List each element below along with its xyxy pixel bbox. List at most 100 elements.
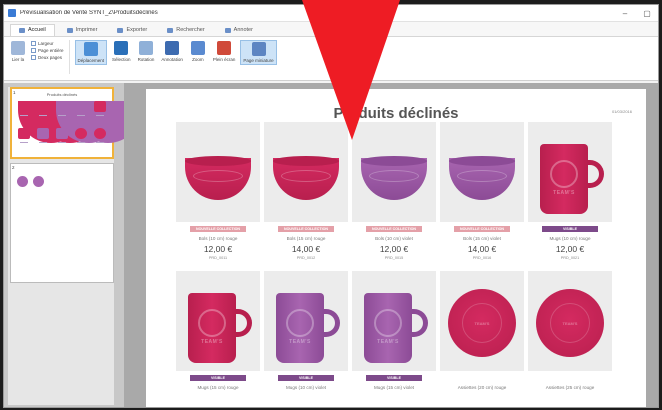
thumbnail-label <box>39 142 47 143</box>
tab-3[interactable]: Rechercher <box>159 25 212 36</box>
mug-image: TEAM'S <box>540 144 588 214</box>
tab-1[interactable]: Imprimer <box>59 25 106 36</box>
product-card[interactable]: TEAM'S VISIBLE Mugs (10 cm) violet <box>264 271 348 407</box>
tab-icon <box>224 27 231 33</box>
ribbon-button-6[interactable]: Page miniature <box>240 40 277 65</box>
view-mode-2[interactable]: Deux pages <box>31 55 64 60</box>
product-photo <box>176 122 260 222</box>
bowl-image <box>361 156 427 200</box>
tab-0[interactable]: Accueil <box>10 24 55 36</box>
link-button[interactable]: Lier la <box>8 40 28 63</box>
product-card[interactable]: NOUVELLE COLLECTION Bols (10 cm) violet 12… <box>352 122 436 266</box>
thumbnail-label <box>20 115 28 116</box>
view-mode-group: Largeur Page entière Deux pages <box>31 40 64 60</box>
bowl-image <box>273 156 339 200</box>
thumbnail-product <box>94 128 106 139</box>
tab-4[interactable]: Annoter <box>217 25 261 36</box>
bowl-highlight <box>369 170 419 182</box>
product-photo: TEAM'S <box>352 271 436 371</box>
thumbnail-product <box>33 176 44 187</box>
brand-logo-text: TEAM'S <box>553 190 575 196</box>
product-card[interactable]: TEAM'S VISIBLE Mugs (15 cm) rouge <box>176 271 260 407</box>
product-price: 12,00 € <box>203 244 233 254</box>
tab-label: Accueil <box>28 27 46 33</box>
tab-2[interactable]: Exporter <box>109 25 155 36</box>
thumbnail-page-number: 2 <box>12 165 15 170</box>
product-badge: NOUVELLE COLLECTION <box>454 226 510 232</box>
plate-image: TEAM'S <box>536 289 604 357</box>
link-button-label: Lier la <box>11 57 25 62</box>
thumbnail-page-2[interactable]: 2 <box>10 163 114 283</box>
plate-image: TEAM'S <box>448 289 516 357</box>
thumbnail-product <box>18 128 30 139</box>
ribbon-buttons: Déplacement Sélection Rotation Annotation Zo… <box>74 40 277 65</box>
product-name: Mugs (10 cm) violet <box>285 385 327 390</box>
ribbon-button-label: Déplacement <box>77 58 105 63</box>
product-photo: TEAM'S <box>176 271 260 371</box>
thumbnail-label <box>77 142 85 143</box>
ribbon-tabs: Accueil Imprimer Exporter Rechercher Annoter <box>4 22 658 37</box>
thumbnail-product <box>17 176 28 187</box>
view-mode-1[interactable]: Page entière <box>31 48 64 53</box>
window-title: Prévisualisation de Vente SYNT_Z\Produit… <box>20 10 158 16</box>
title-bar: Prévisualisation de Vente SYNT_Z\Produit… <box>4 5 658 22</box>
ribbon: Lier la Largeur Page entière Deux pages Dé… <box>4 37 658 81</box>
brand-logo <box>374 309 402 337</box>
ribbon-button-label: Plein écran <box>212 57 236 62</box>
thumbnail-label <box>96 115 104 116</box>
view-mode-label: Page entière <box>38 48 64 53</box>
document-page: Produits déclinés 01/03/2016 NOUVELLE CO… <box>146 89 646 407</box>
product-badge: NOUVELLE COLLECTION <box>278 226 334 232</box>
product-name: Bols (15 cm) violet <box>463 236 501 241</box>
ribbon-button-icon <box>138 41 153 55</box>
bowl-image <box>185 156 251 200</box>
product-badge: VISIBLE <box>190 375 246 381</box>
thumbnail-label <box>58 115 66 116</box>
thumbnail-page-1[interactable]: 1 Produits déclinés <box>10 87 141 159</box>
product-card[interactable]: TEAM'S VISIBLE Mugs (15 cm) violet <box>352 271 436 407</box>
view-mode-icon <box>31 55 36 60</box>
ribbon-button-3[interactable]: Annotation <box>159 40 185 65</box>
product-card[interactable]: TEAM'S Assiettes (25 cm) rouge <box>528 271 612 407</box>
view-mode-label: Largeur <box>38 41 54 46</box>
product-name: Bols (10 cm) violet <box>375 236 413 241</box>
product-price: 14,00 € <box>291 244 321 254</box>
thumbnail-label <box>39 115 47 116</box>
ribbon-button-5[interactable]: Plein écran <box>211 40 238 65</box>
product-card[interactable]: NOUVELLE COLLECTION Bols (10 cm) rouge 12,… <box>176 122 260 266</box>
screen: Prévisualisation de Vente SYNT_Z\Produit… <box>0 0 662 410</box>
product-photo: TEAM'S <box>264 271 348 371</box>
product-price: 12,00 € <box>555 244 585 254</box>
minimize-button[interactable]: – <box>614 9 636 18</box>
product-name: Bols (15 cm) rouge <box>286 236 326 241</box>
product-card[interactable]: NOUVELLE COLLECTION Bols (15 cm) rouge 14,… <box>264 122 348 266</box>
ribbon-button-label: Annotation <box>161 57 183 62</box>
thumbnail-product <box>75 128 87 139</box>
product-badge: VISIBLE <box>542 226 598 232</box>
product-reference: PRD_0015 <box>384 256 404 260</box>
product-card[interactable]: NOUVELLE COLLECTION Bols (15 cm) violet 14… <box>440 122 524 266</box>
tab-icon <box>117 27 124 33</box>
product-card[interactable]: TEAM'S VISIBLE Mugs (10 cm) rouge 12,00 € PR… <box>528 122 612 266</box>
ribbon-button-label: Rotation <box>137 57 155 62</box>
tab-label: Annoter <box>233 27 253 33</box>
thumbnail-product <box>37 128 49 139</box>
ribbon-button-2[interactable]: Rotation <box>136 40 157 65</box>
mug-image: TEAM'S <box>188 293 236 363</box>
bowl-highlight <box>193 170 243 182</box>
view-mode-0[interactable]: Largeur <box>31 41 64 46</box>
brand-logo-text: TEAM'S <box>562 321 578 326</box>
thumbnail-panel: 1 Produits déclinés 2 <box>8 87 141 405</box>
ribbon-separator <box>68 40 70 74</box>
ribbon-button-4[interactable]: Zoom <box>188 40 208 65</box>
ribbon-button-0[interactable]: Déplacement <box>74 40 108 65</box>
bowl-rim <box>449 156 515 166</box>
page-viewer[interactable]: Produits déclinés 01/03/2016 NOUVELLE CO… <box>124 83 658 407</box>
ribbon-button-icon <box>114 41 129 55</box>
product-reference: PRD_0012 <box>296 256 316 260</box>
product-card[interactable]: TEAM'S Assiettes (20 cm) rouge <box>440 271 524 407</box>
view-mode-icon <box>31 48 36 53</box>
ribbon-button-1[interactable]: Sélection <box>110 40 133 65</box>
bowl-rim <box>361 156 427 166</box>
maximize-button[interactable]: ▢ <box>636 9 658 18</box>
